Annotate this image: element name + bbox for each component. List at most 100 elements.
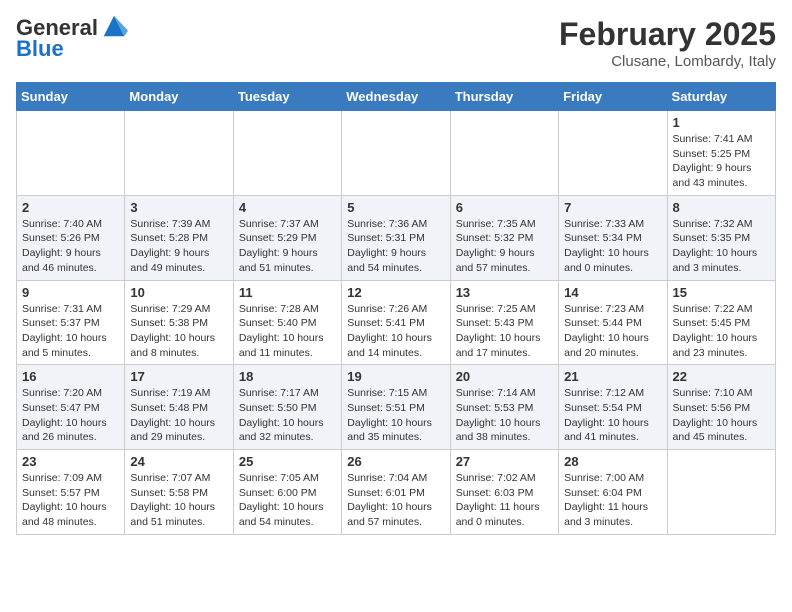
calendar-cell xyxy=(667,450,775,535)
week-row-3: 9 Sunrise: 7:31 AM Sunset: 5:37 PM Daylig… xyxy=(17,280,776,365)
day-number: 27 xyxy=(456,454,553,469)
calendar-cell: 15Sunrise: 7:22 AM Sunset: 5:45 PM Dayli… xyxy=(667,280,775,365)
header-day-sunday: Sunday xyxy=(17,83,125,111)
day-info: Sunrise: 7:15 AM Sunset: 5:51 PM Dayligh… xyxy=(347,386,444,445)
calendar-cell: 12 Sunrise: 7:26 AM Sunset: 5:41 PM Dayli… xyxy=(342,280,450,365)
calendar-cell: 18 Sunrise: 7:17 AM Sunset: 5:50 PM Dayli… xyxy=(233,365,341,450)
day-info: Sunrise: 7:22 AM Sunset: 5:45 PM Dayligh… xyxy=(673,302,770,361)
day-number: 14 xyxy=(564,285,661,300)
calendar-cell: 26 Sunrise: 7:04 AM Sunset: 6:01 PM Dayli… xyxy=(342,450,450,535)
day-info: Sunrise: 7:04 AM Sunset: 6:01 PM Dayligh… xyxy=(347,471,444,530)
week-row-1: 1 Sunrise: 7:41 AM Sunset: 5:25 PM Daylig… xyxy=(17,111,776,196)
day-number: 1 xyxy=(673,115,770,130)
day-number: 13 xyxy=(456,285,553,300)
calendar-cell: 7 Sunrise: 7:33 AM Sunset: 5:34 PM Daylig… xyxy=(559,195,667,280)
day-info: Sunrise: 7:31 AM Sunset: 5:37 PM Dayligh… xyxy=(22,302,119,361)
calendar-subtitle: Clusane, Lombardy, Italy xyxy=(559,53,776,70)
day-number: 12 xyxy=(347,285,444,300)
header-day-tuesday: Tuesday xyxy=(233,83,341,111)
calendar-cell xyxy=(125,111,233,196)
day-number: 20 xyxy=(456,369,553,384)
calendar-cell: 25 Sunrise: 7:05 AM Sunset: 6:00 PM Dayli… xyxy=(233,450,341,535)
day-number: 26 xyxy=(347,454,444,469)
day-number: 21 xyxy=(564,369,661,384)
title-block: February 2025 Clusane, Lombardy, Italy xyxy=(559,16,776,70)
day-info: Sunrise: 7:19 AM Sunset: 5:48 PM Dayligh… xyxy=(130,386,227,445)
day-info: Sunrise: 7:12 AM Sunset: 5:54 PM Dayligh… xyxy=(564,386,661,445)
header-day-thursday: Thursday xyxy=(450,83,558,111)
week-row-2: 2 Sunrise: 7:40 AM Sunset: 5:26 PM Daylig… xyxy=(17,195,776,280)
calendar-cell: 9 Sunrise: 7:31 AM Sunset: 5:37 PM Daylig… xyxy=(17,280,125,365)
day-number: 8 xyxy=(673,200,770,215)
calendar-cell: 28 Sunrise: 7:00 AM Sunset: 6:04 PM Dayli… xyxy=(559,450,667,535)
calendar-cell: 24 Sunrise: 7:07 AM Sunset: 5:58 PM Dayli… xyxy=(125,450,233,535)
day-number: 4 xyxy=(239,200,336,215)
day-info: Sunrise: 7:40 AM Sunset: 5:26 PM Dayligh… xyxy=(22,217,119,276)
day-number: 10 xyxy=(130,285,227,300)
week-row-4: 16 Sunrise: 7:20 AM Sunset: 5:47 PM Dayli… xyxy=(17,365,776,450)
logo-icon xyxy=(100,12,128,40)
day-number: 16 xyxy=(22,369,119,384)
day-info: Sunrise: 7:26 AM Sunset: 5:41 PM Dayligh… xyxy=(347,302,444,361)
day-info: Sunrise: 7:29 AM Sunset: 5:38 PM Dayligh… xyxy=(130,302,227,361)
calendar-cell: 16 Sunrise: 7:20 AM Sunset: 5:47 PM Dayli… xyxy=(17,365,125,450)
calendar-title: February 2025 xyxy=(559,16,776,53)
calendar-cell: 4Sunrise: 7:37 AM Sunset: 5:29 PM Daylig… xyxy=(233,195,341,280)
calendar-cell xyxy=(450,111,558,196)
day-number: 24 xyxy=(130,454,227,469)
header-day-monday: Monday xyxy=(125,83,233,111)
calendar-cell: 21 Sunrise: 7:12 AM Sunset: 5:54 PM Dayli… xyxy=(559,365,667,450)
day-info: Sunrise: 7:05 AM Sunset: 6:00 PM Dayligh… xyxy=(239,471,336,530)
day-info: Sunrise: 7:17 AM Sunset: 5:50 PM Dayligh… xyxy=(239,386,336,445)
day-info: Sunrise: 7:32 AM Sunset: 5:35 PM Dayligh… xyxy=(673,217,770,276)
day-number: 6 xyxy=(456,200,553,215)
day-info: Sunrise: 7:33 AM Sunset: 5:34 PM Dayligh… xyxy=(564,217,661,276)
day-number: 7 xyxy=(564,200,661,215)
week-row-5: 23 Sunrise: 7:09 AM Sunset: 5:57 PM Dayli… xyxy=(17,450,776,535)
calendar-cell: 6 Sunrise: 7:35 AM Sunset: 5:32 PM Daylig… xyxy=(450,195,558,280)
day-number: 22 xyxy=(673,369,770,384)
day-number: 19 xyxy=(347,369,444,384)
day-info: Sunrise: 7:20 AM Sunset: 5:47 PM Dayligh… xyxy=(22,386,119,445)
calendar-cell: 5 Sunrise: 7:36 AM Sunset: 5:31 PM Daylig… xyxy=(342,195,450,280)
day-info: Sunrise: 7:36 AM Sunset: 5:31 PM Dayligh… xyxy=(347,217,444,276)
calendar-cell: 10 Sunrise: 7:29 AM Sunset: 5:38 PM Dayli… xyxy=(125,280,233,365)
header-day-wednesday: Wednesday xyxy=(342,83,450,111)
calendar-cell: 22 Sunrise: 7:10 AM Sunset: 5:56 PM Dayli… xyxy=(667,365,775,450)
calendar-cell xyxy=(233,111,341,196)
day-number: 5 xyxy=(347,200,444,215)
calendar-cell: 27 Sunrise: 7:02 AM Sunset: 6:03 PM Dayli… xyxy=(450,450,558,535)
day-info: Sunrise: 7:25 AM Sunset: 5:43 PM Dayligh… xyxy=(456,302,553,361)
day-info: Sunrise: 7:10 AM Sunset: 5:56 PM Dayligh… xyxy=(673,386,770,445)
header-row: SundayMondayTuesdayWednesdayThursdayFrid… xyxy=(17,83,776,111)
day-number: 3 xyxy=(130,200,227,215)
calendar-cell: 1 Sunrise: 7:41 AM Sunset: 5:25 PM Daylig… xyxy=(667,111,775,196)
day-info: Sunrise: 7:07 AM Sunset: 5:58 PM Dayligh… xyxy=(130,471,227,530)
calendar-cell: 2 Sunrise: 7:40 AM Sunset: 5:26 PM Daylig… xyxy=(17,195,125,280)
header-day-saturday: Saturday xyxy=(667,83,775,111)
calendar-cell: 17 Sunrise: 7:19 AM Sunset: 5:48 PM Dayli… xyxy=(125,365,233,450)
day-number: 9 xyxy=(22,285,119,300)
day-info: Sunrise: 7:35 AM Sunset: 5:32 PM Dayligh… xyxy=(456,217,553,276)
day-number: 25 xyxy=(239,454,336,469)
day-number: 18 xyxy=(239,369,336,384)
day-info: Sunrise: 7:23 AM Sunset: 5:44 PM Dayligh… xyxy=(564,302,661,361)
day-info: Sunrise: 7:14 AM Sunset: 5:53 PM Dayligh… xyxy=(456,386,553,445)
day-number: 2 xyxy=(22,200,119,215)
day-info: Sunrise: 7:00 AM Sunset: 6:04 PM Dayligh… xyxy=(564,471,661,530)
header-day-friday: Friday xyxy=(559,83,667,111)
calendar-cell: 3 Sunrise: 7:39 AM Sunset: 5:28 PM Daylig… xyxy=(125,195,233,280)
header: General Blue February 2025 Clusane, Lomb… xyxy=(16,16,776,70)
day-info: Sunrise: 7:02 AM Sunset: 6:03 PM Dayligh… xyxy=(456,471,553,530)
day-number: 11 xyxy=(239,285,336,300)
day-number: 23 xyxy=(22,454,119,469)
day-info: Sunrise: 7:09 AM Sunset: 5:57 PM Dayligh… xyxy=(22,471,119,530)
day-number: 17 xyxy=(130,369,227,384)
day-info: Sunrise: 7:28 AM Sunset: 5:40 PM Dayligh… xyxy=(239,302,336,361)
day-number: 28 xyxy=(564,454,661,469)
calendar-cell: 13 Sunrise: 7:25 AM Sunset: 5:43 PM Dayli… xyxy=(450,280,558,365)
calendar-cell: 11 Sunrise: 7:28 AM Sunset: 5:40 PM Dayli… xyxy=(233,280,341,365)
calendar-table: SundayMondayTuesdayWednesdayThursdayFrid… xyxy=(16,82,776,535)
day-info: Sunrise: 7:41 AM Sunset: 5:25 PM Dayligh… xyxy=(673,132,770,191)
day-info: Sunrise: 7:39 AM Sunset: 5:28 PM Dayligh… xyxy=(130,217,227,276)
